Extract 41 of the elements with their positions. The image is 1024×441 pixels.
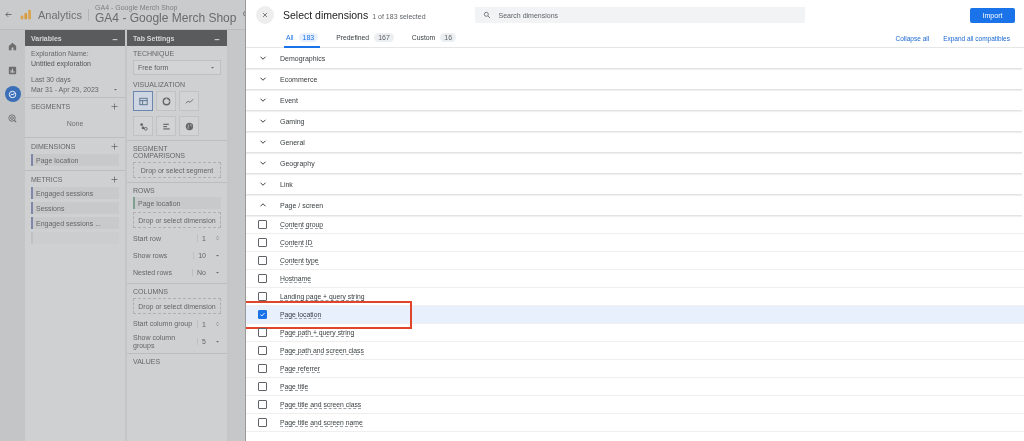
close-icon bbox=[261, 11, 269, 19]
checkbox[interactable] bbox=[258, 256, 267, 265]
checkbox[interactable] bbox=[258, 220, 267, 229]
search-icon bbox=[482, 11, 491, 19]
plus-icon bbox=[110, 102, 119, 111]
caret-icon bbox=[209, 64, 216, 71]
checkbox[interactable] bbox=[258, 238, 267, 247]
home-icon bbox=[7, 40, 18, 52]
table-icon bbox=[137, 95, 149, 107]
visualization-button[interactable] bbox=[133, 116, 153, 136]
visualization-button[interactable] bbox=[133, 91, 153, 111]
checkbox[interactable] bbox=[258, 310, 267, 319]
checkbox[interactable] bbox=[258, 274, 267, 283]
scatter-plot-icon bbox=[137, 120, 149, 132]
checkbox[interactable] bbox=[258, 328, 267, 337]
bar-chart-icon bbox=[7, 64, 18, 76]
close-button[interactable] bbox=[256, 6, 274, 24]
stepper-icon bbox=[214, 320, 221, 328]
product-name: Analytics bbox=[38, 8, 90, 21]
line-chart-icon bbox=[7, 88, 18, 100]
globe-icon bbox=[183, 120, 195, 132]
visualization-button[interactable] bbox=[156, 91, 176, 111]
stepper-icon bbox=[214, 234, 221, 242]
plus-icon bbox=[110, 175, 119, 184]
checkbox[interactable] bbox=[258, 418, 267, 427]
back-arrow-icon bbox=[4, 10, 13, 19]
check-icon bbox=[259, 311, 266, 318]
target-icon bbox=[7, 112, 18, 124]
analytics-logo-icon bbox=[19, 8, 32, 21]
dialog-title: Select dimensions bbox=[283, 9, 369, 21]
nav-button[interactable] bbox=[4, 86, 21, 102]
checkbox[interactable] bbox=[258, 346, 267, 355]
caret-icon bbox=[112, 86, 119, 93]
plus-icon bbox=[110, 142, 119, 151]
checkbox[interactable] bbox=[258, 400, 267, 409]
checkbox[interactable] bbox=[258, 364, 267, 373]
donut-chart-icon bbox=[160, 95, 172, 107]
checkbox[interactable] bbox=[258, 292, 267, 301]
checkbox[interactable] bbox=[258, 382, 267, 391]
visualization-button[interactable] bbox=[156, 116, 176, 136]
visualization-button[interactable] bbox=[179, 116, 199, 136]
